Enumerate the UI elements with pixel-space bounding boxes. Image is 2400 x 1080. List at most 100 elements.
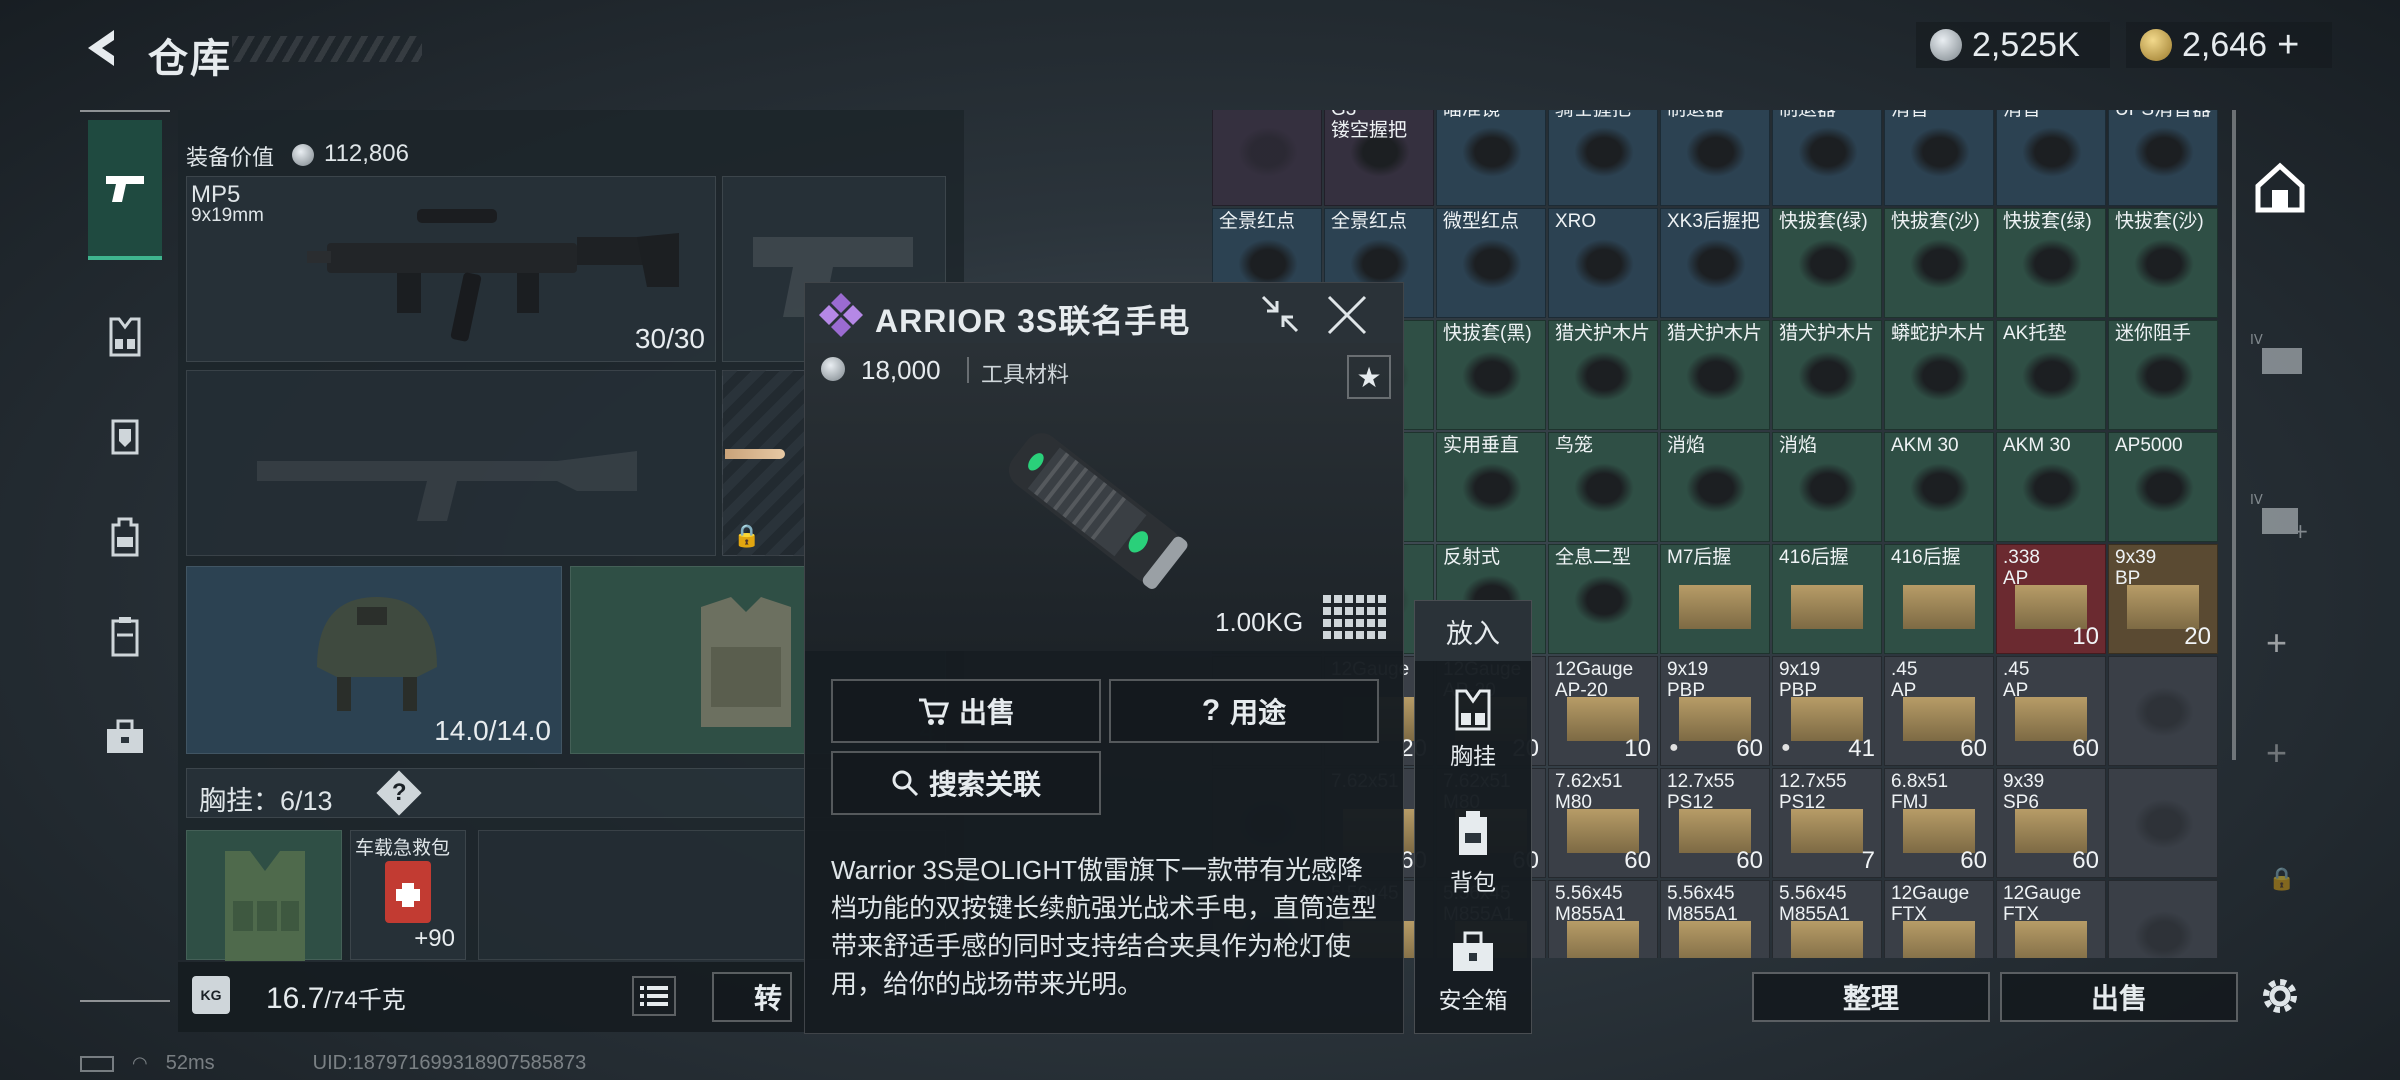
- inventory-cell[interactable]: 消音: [1996, 110, 2106, 206]
- inventory-cell[interactable]: 快拔套(绿): [1996, 208, 2106, 318]
- inventory-cell[interactable]: 9x39 SP6 60: [1996, 768, 2106, 878]
- inventory-cell[interactable]: 全息二型: [1548, 544, 1658, 654]
- inventory-cell[interactable]: AKM 30: [1884, 432, 1994, 542]
- tab-weapons[interactable]: [88, 120, 162, 260]
- item-thumbnail: [2134, 351, 2194, 401]
- list-view-button[interactable]: [632, 976, 676, 1016]
- inventory-cell[interactable]: 9x19 PBP 41 ●: [1772, 656, 1882, 766]
- inventory-cell[interactable]: 实用垂直: [1436, 432, 1546, 542]
- inventory-cell[interactable]: [2108, 768, 2218, 878]
- inventory-cell[interactable]: 制退器: [1772, 110, 1882, 206]
- minimize-icon[interactable]: [1259, 293, 1301, 335]
- tab-case[interactable]: [88, 600, 162, 674]
- primary-weapon-slot[interactable]: MP5 9x19mm 30/30: [186, 176, 716, 362]
- inventory-cell[interactable]: 鸟笼: [1548, 432, 1658, 542]
- inventory-cell[interactable]: 9x39 BP 20: [2108, 544, 2218, 654]
- first-aid-slot[interactable]: 车载急救包 +90: [350, 830, 466, 960]
- tab-toolbox[interactable]: [88, 700, 162, 774]
- inventory-cell[interactable]: 5.56x45 M855A1: [1772, 880, 1882, 958]
- inventory-cell[interactable]: M7后握: [1660, 544, 1770, 654]
- chest-rig-slot[interactable]: [186, 830, 342, 961]
- inventory-cell[interactable]: 7.62x51 M80 60: [1548, 768, 1658, 878]
- favorite-star-icon[interactable]: ★: [1347, 355, 1391, 399]
- add-container-icon-2[interactable]: +: [2266, 732, 2287, 774]
- inventory-cell[interactable]: 6.8x51 FMJ 60: [1884, 768, 1994, 878]
- search-icon: [892, 770, 919, 797]
- inventory-cell[interactable]: [1212, 110, 1322, 206]
- sell-button[interactable]: 出售: [831, 679, 1101, 743]
- place-safebox-button[interactable]: 安全箱: [1415, 931, 1531, 1015]
- inventory-cell[interactable]: [2108, 880, 2218, 958]
- settings-gear-icon[interactable]: [2256, 972, 2304, 1020]
- inventory-cell[interactable]: 迷你阻手: [2108, 320, 2218, 430]
- inventory-cell[interactable]: .338 AP 10: [1996, 544, 2106, 654]
- item-thumbnail: [1679, 585, 1751, 629]
- transfer-button[interactable]: 转: [712, 972, 792, 1022]
- sell-all-button[interactable]: 出售: [2000, 972, 2238, 1022]
- weight-current: 16.7: [266, 982, 325, 1015]
- inventory-cell[interactable]: G3 镂空握把: [1324, 110, 1434, 206]
- inventory-cell[interactable]: 12.7x55 PS12 60: [1660, 768, 1770, 878]
- inventory-cell[interactable]: 消焰: [1660, 432, 1770, 542]
- inventory-cell[interactable]: 猎犬护木片: [1548, 320, 1658, 430]
- inventory-cell[interactable]: 9x19 PBP 60 ●: [1660, 656, 1770, 766]
- inventory-cell[interactable]: AP5000: [2108, 432, 2218, 542]
- inventory-cell[interactable]: 消音: [1884, 110, 1994, 206]
- inventory-cell[interactable]: [2108, 656, 2218, 766]
- item-detail-popup: ARRIOR 3S联名手电 18,000 工具材料 ★ 1.00KG 出售 ? …: [804, 282, 1404, 1034]
- inventory-cell[interactable]: 快拔套(黑): [1436, 320, 1546, 430]
- inventory-cell[interactable]: 蟒蛇护木片: [1884, 320, 1994, 430]
- inventory-cell[interactable]: 制退器: [1660, 110, 1770, 206]
- inventory-cell[interactable]: 猎犬护木片: [1660, 320, 1770, 430]
- inventory-cell[interactable]: UPS消音器: [2108, 110, 2218, 206]
- item-count: 60: [1960, 847, 1987, 874]
- inventory-cell[interactable]: 猎犬护木片: [1772, 320, 1882, 430]
- helmet-slot[interactable]: 14.0/14.0: [186, 566, 562, 754]
- place-backpack-button[interactable]: 背包: [1415, 809, 1531, 897]
- inventory-cell[interactable]: 12Gauge AP-20 10: [1548, 656, 1658, 766]
- mp5-image: [307, 209, 679, 342]
- inventory-cell[interactable]: 12Gauge FTX: [1884, 880, 1994, 958]
- inventory-cell[interactable]: 5.56x45 M855A1: [1660, 880, 1770, 958]
- add-gold-button[interactable]: +: [2277, 24, 2299, 67]
- inventory-cell[interactable]: AK托垫: [1996, 320, 2106, 430]
- inventory-cell[interactable]: XRO: [1548, 208, 1658, 318]
- grid-scrollbar[interactable]: [2232, 110, 2236, 760]
- search-related-button[interactable]: 搜索关联: [831, 751, 1101, 815]
- inventory-cell[interactable]: 416后握: [1772, 544, 1882, 654]
- tab-armor[interactable]: [88, 400, 162, 474]
- inventory-cell[interactable]: 骑士握把: [1548, 110, 1658, 206]
- tab-backpack[interactable]: [88, 500, 162, 574]
- usage-button[interactable]: ? 用途: [1109, 679, 1379, 743]
- gold-currency[interactable]: 2,646 +: [2126, 22, 2332, 68]
- organize-button[interactable]: 整理: [1752, 972, 1990, 1022]
- expansion-case-icon-2[interactable]: IV +: [2250, 490, 2310, 543]
- expansion-case-icon-1[interactable]: IV: [2250, 330, 2310, 380]
- inventory-cell[interactable]: 快拔套(沙): [2108, 208, 2218, 318]
- inventory-cell[interactable]: 微型红点: [1436, 208, 1546, 318]
- inventory-cell[interactable]: 12.7x55 PS12 7: [1772, 768, 1882, 878]
- first-aid-name: 车载急救包: [355, 838, 451, 859]
- inventory-cell[interactable]: 消焰: [1772, 432, 1882, 542]
- inventory-cell[interactable]: 5.56x45 M855A1: [1548, 880, 1658, 958]
- warehouse-icon[interactable]: [2252, 160, 2308, 216]
- inventory-cell[interactable]: 12Gauge FTX: [1996, 880, 2106, 958]
- inventory-cell[interactable]: XK3后握把: [1660, 208, 1770, 318]
- weapon-slot-2[interactable]: [186, 370, 716, 556]
- silver-currency[interactable]: 2,525K: [1916, 22, 2110, 68]
- inventory-cell[interactable]: .45 AP 60: [1996, 656, 2106, 766]
- close-icon[interactable]: [1325, 293, 1369, 337]
- inventory-cell[interactable]: .45 AP 60: [1884, 656, 1994, 766]
- inventory-cell[interactable]: 416后握: [1884, 544, 1994, 654]
- inventory-cell[interactable]: 瞄准镜: [1436, 110, 1546, 206]
- inventory-cell[interactable]: AKM 30: [1996, 432, 2106, 542]
- inventory-cell[interactable]: 快拔套(沙): [1884, 208, 1994, 318]
- help-icon[interactable]: ?: [376, 770, 422, 816]
- tab-chest-rig[interactable]: [88, 300, 162, 374]
- add-container-icon-1[interactable]: +: [2266, 622, 2287, 664]
- price-divider: [967, 357, 969, 383]
- back-icon[interactable]: [78, 24, 122, 72]
- inventory-cell[interactable]: 快拔套(绿): [1772, 208, 1882, 318]
- sidebar-top-line: [80, 110, 170, 112]
- place-chest-rig-button[interactable]: 胸挂: [1415, 687, 1531, 771]
